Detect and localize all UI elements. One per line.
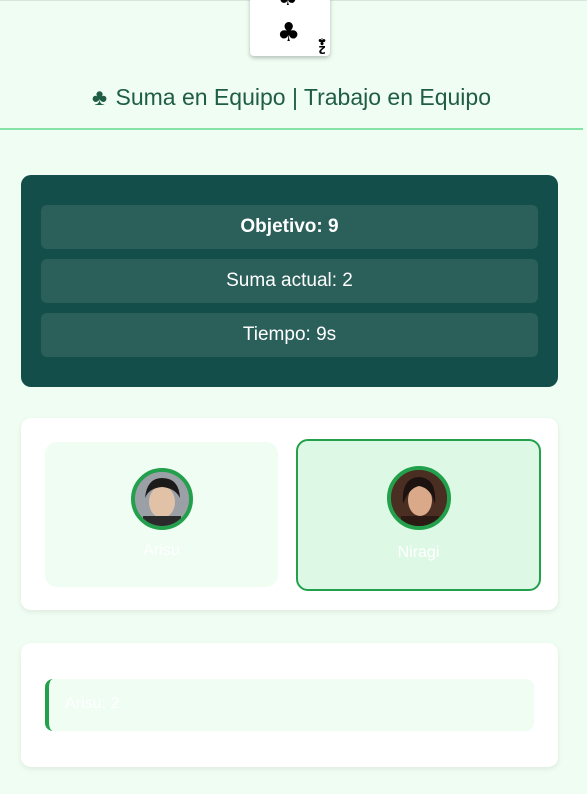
- current-sum-display: Suma actual: 2: [41, 259, 538, 303]
- clubs-icon: ♣: [92, 84, 108, 110]
- player-name: Arisu: [143, 542, 180, 559]
- page-title-text: Suma en Equipo | Trabajo en Equipo: [115, 84, 491, 110]
- log-entry-text: Arisu: 2: [65, 695, 120, 712]
- avatar: [387, 466, 451, 530]
- club-corner-icon: ♣: [317, 35, 327, 46]
- card-rank: 2: [318, 43, 326, 56]
- playing-card: ♣ ♣ 2 ♣: [250, 0, 330, 56]
- players-panel: Arisu Niragi: [21, 418, 558, 610]
- club-pip-icon: ♣: [278, 0, 298, 10]
- log-entry: Arisu: 2: [45, 679, 534, 731]
- game-status-panel: Objetivo: 9 Suma actual: 2 Tiempo: 9s: [21, 175, 558, 387]
- page-title: ♣ Suma en Equipo | Trabajo en Equipo: [0, 84, 583, 111]
- player-card-arisu[interactable]: Arisu: [45, 442, 278, 587]
- card-corner-index: 2 ♣: [316, 35, 328, 56]
- timer-display: Tiempo: 9s: [41, 313, 538, 357]
- avatar: [131, 468, 193, 530]
- objective-display: Objetivo: 9: [41, 205, 538, 249]
- header: ♣ Suma en Equipo | Trabajo en Equipo: [0, 80, 583, 130]
- player-card-niragi[interactable]: Niragi: [296, 439, 541, 591]
- avatar-photo-icon: [391, 470, 447, 526]
- player-name: Niragi: [397, 544, 440, 561]
- moves-log-panel: Arisu: 2: [21, 643, 558, 767]
- avatar-photo-icon: [135, 472, 189, 526]
- club-pip-icon: ♣: [277, 18, 301, 48]
